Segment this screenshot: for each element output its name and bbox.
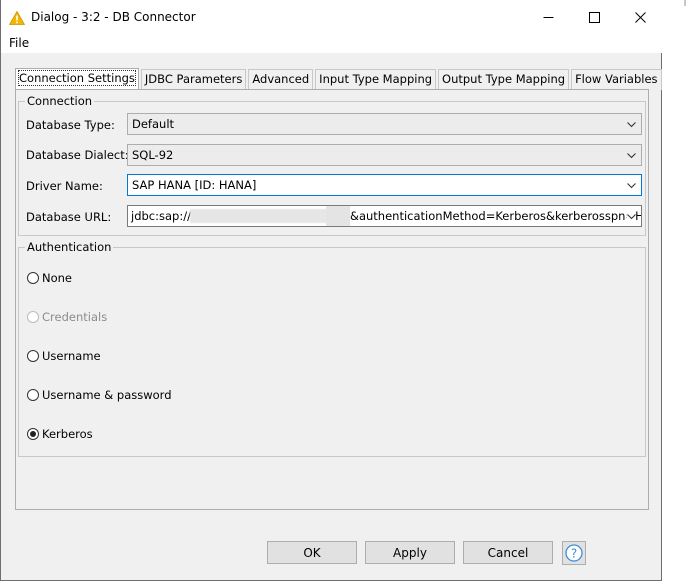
maximize-icon [588, 12, 600, 23]
auth-kerberos-label: Kerberos [42, 427, 93, 441]
connection-legend: Connection [27, 94, 93, 108]
svg-text:?: ? [571, 547, 577, 561]
title-bar[interactable]: Dialog - 3:2 - DB Connector [1, 0, 663, 35]
radio-kerberos[interactable] [27, 428, 39, 440]
chevron-down-icon [627, 212, 636, 221]
auth-username-password-label: Username & password [42, 388, 172, 402]
auth-option-username[interactable]: Username [27, 349, 101, 363]
database-type-value: Default [132, 117, 175, 131]
auth-option-kerberos[interactable]: Kerberos [27, 427, 93, 441]
question-mark-icon: ? [565, 544, 583, 562]
radio-username-password[interactable] [27, 389, 39, 401]
database-dialect-value: SQL-92 [132, 148, 174, 162]
auth-credentials-label: Credentials [42, 310, 108, 324]
auth-option-username-password[interactable]: Username & password [27, 388, 172, 402]
tab-advanced[interactable]: Advanced [248, 69, 314, 90]
database-type-select[interactable]: Default [127, 113, 642, 135]
auth-username-label: Username [42, 349, 101, 363]
tab-connection-settings[interactable]: Connection Settings [15, 68, 139, 90]
tab-jdbc-parameters[interactable]: JDBC Parameters [140, 69, 247, 90]
authentication-group: Authentication [18, 240, 646, 457]
maximize-button[interactable] [571, 0, 617, 35]
database-dialect-select[interactable]: SQL-92 [127, 144, 642, 166]
chevron-down-icon [627, 183, 636, 189]
cancel-button[interactable]: Cancel [463, 541, 553, 564]
menu-bar: File [1, 35, 663, 53]
database-url-suffix: &authenticationMethod=Kerberos&kerbeross… [350, 209, 641, 223]
database-type-label: Database Type: [26, 118, 115, 132]
chevron-down-icon [627, 153, 636, 159]
driver-name-value: SAP HANA [ID: HANA] [132, 178, 257, 192]
apply-button[interactable]: Apply [365, 541, 455, 564]
tab-input-type-mapping[interactable]: Input Type Mapping [315, 69, 437, 90]
dialog-window: Dialog - 3:2 - DB Connector File Connect… [0, 0, 664, 581]
authentication-legend: Authentication [27, 240, 112, 254]
minimize-button[interactable] [525, 0, 571, 35]
tab-output-type-mapping[interactable]: Output Type Mapping [438, 69, 570, 90]
redacted-port-blur [326, 206, 350, 226]
radio-credentials [27, 311, 39, 323]
warning-triangle-icon [9, 11, 25, 25]
close-button[interactable] [617, 0, 663, 35]
redacted-host-blur [190, 209, 340, 223]
radio-none[interactable] [27, 272, 39, 284]
database-url-label: Database URL: [26, 210, 112, 224]
database-url-input[interactable]: jdbc:sap:// &authenticationMethod=Kerber… [127, 205, 642, 227]
database-url-prefix: jdbc:sap:// [131, 209, 191, 223]
auth-option-none[interactable]: None [27, 271, 72, 285]
radio-username[interactable] [27, 350, 39, 362]
help-button[interactable]: ? [562, 541, 586, 565]
driver-name-label: Driver Name: [26, 179, 103, 193]
chevron-down-icon [627, 122, 636, 128]
auth-option-credentials: Credentials [27, 310, 107, 324]
tab-bar: Connection Settings JDBC Parameters Adva… [15, 68, 664, 90]
window-title: Dialog - 3:2 - DB Connector [31, 10, 196, 24]
tab-panel-connection-settings: Connection Database Type: Default Databa… [15, 89, 649, 510]
auth-none-label: None [42, 271, 73, 285]
background-outside-window [662, 0, 687, 581]
ok-button[interactable]: OK [267, 541, 357, 564]
close-icon [634, 12, 646, 23]
minimize-icon [543, 17, 553, 18]
tab-flow-variables[interactable]: Flow Variables [571, 69, 662, 90]
driver-name-select[interactable]: SAP HANA [ID: HANA] [127, 174, 642, 196]
menu-file[interactable]: File [9, 36, 29, 50]
database-dialect-label: Database Dialect: [26, 148, 129, 162]
